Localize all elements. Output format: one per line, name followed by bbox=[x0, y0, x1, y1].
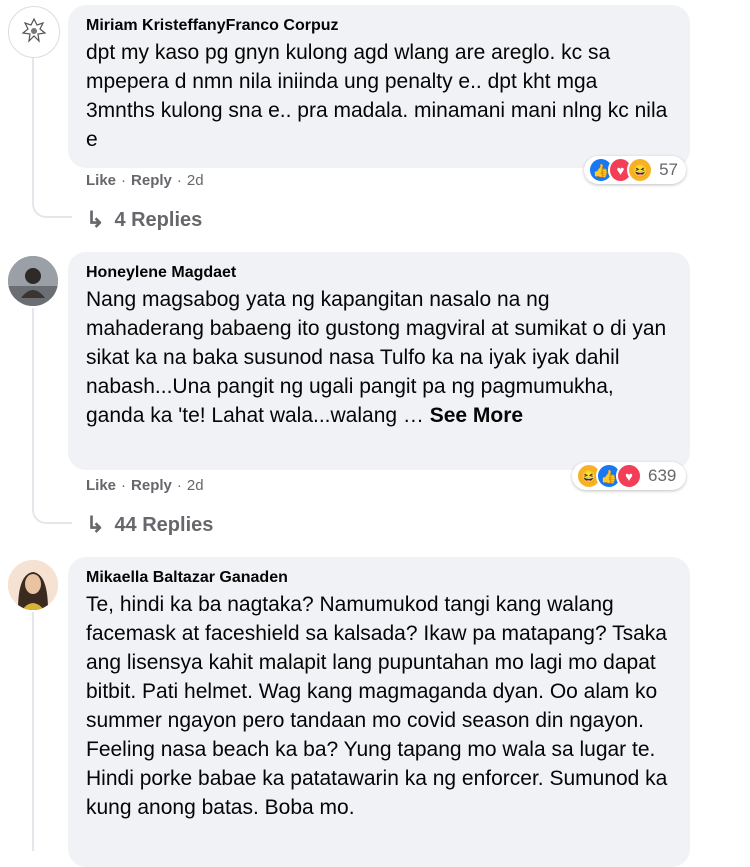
reaction-summary[interactable]: 😆 👍 ♥ 639 bbox=[572, 462, 686, 490]
separator-dot: · bbox=[176, 477, 182, 494]
haha-reaction-icon: 😆 bbox=[627, 157, 654, 183]
decorative-logo-avatar-icon bbox=[10, 8, 58, 56]
thread-line bbox=[32, 58, 34, 198]
thread-line bbox=[32, 612, 34, 851]
separator-dot: · bbox=[121, 172, 127, 189]
reply-arrow-icon: ↳ bbox=[86, 207, 105, 232]
comment-bubble: Mikaella Baltazar Ganaden Te, hindi ka b… bbox=[68, 557, 690, 867]
comment-actions: Like · Reply · 2d bbox=[86, 477, 204, 494]
replies-label: 44 Replies bbox=[114, 513, 214, 536]
like-button[interactable]: Like bbox=[86, 172, 116, 189]
thread-line bbox=[32, 308, 34, 504]
comment-bubble: Miriam KristeffanyFranco Corpuz dpt my k… bbox=[68, 5, 690, 168]
comment-timestamp[interactable]: 2d bbox=[187, 477, 204, 494]
comment-timestamp[interactable]: 2d bbox=[187, 172, 204, 189]
avatar[interactable] bbox=[8, 560, 58, 610]
view-replies-button[interactable]: ↳ 44 Replies bbox=[86, 512, 213, 538]
separator-dot: · bbox=[121, 477, 127, 494]
comment-text: Nang magsabog yata ng kapangitan nasalo … bbox=[86, 285, 672, 430]
like-button[interactable]: Like bbox=[86, 477, 116, 494]
avatar[interactable] bbox=[8, 256, 58, 306]
profile-photo-icon bbox=[8, 256, 58, 306]
reply-button[interactable]: Reply bbox=[131, 172, 172, 189]
comment-text: dpt my kaso pg gnyn kulong agd wlang are… bbox=[86, 41, 668, 151]
see-more-link[interactable]: See More bbox=[430, 404, 523, 427]
separator-dot: · bbox=[176, 172, 182, 189]
reply-button[interactable]: Reply bbox=[131, 477, 172, 494]
thread-connector bbox=[32, 502, 72, 524]
view-replies-button[interactable]: ↳ 4 Replies bbox=[86, 207, 202, 233]
comment-text: Te, hindi ka ba nagtaka? Namumukod tangi… bbox=[86, 593, 668, 819]
love-reaction-icon: ♥ bbox=[616, 463, 642, 489]
reaction-count: 57 bbox=[659, 160, 678, 179]
comment-actions: Like · Reply · 2d bbox=[86, 172, 204, 189]
replies-label: 4 Replies bbox=[114, 208, 203, 231]
comment-author[interactable]: Mikaella Baltazar Ganaden bbox=[86, 569, 672, 587]
comment-text-body: Nang magsabog yata ng kapangitan nasalo … bbox=[86, 288, 667, 427]
avatar[interactable] bbox=[8, 6, 60, 58]
thread-connector bbox=[32, 196, 72, 218]
comment-author[interactable]: Honeylene Magdaet bbox=[86, 264, 672, 282]
reaction-count: 639 bbox=[648, 466, 677, 485]
reaction-summary[interactable]: 👍 ♥ 😆 57 bbox=[584, 156, 686, 184]
reply-arrow-icon: ↳ bbox=[86, 512, 105, 537]
profile-photo-icon bbox=[8, 560, 58, 610]
comment-bubble: Honeylene Magdaet Nang magsabog yata ng … bbox=[68, 252, 690, 470]
comment-author[interactable]: Miriam KristeffanyFranco Corpuz bbox=[86, 17, 672, 35]
